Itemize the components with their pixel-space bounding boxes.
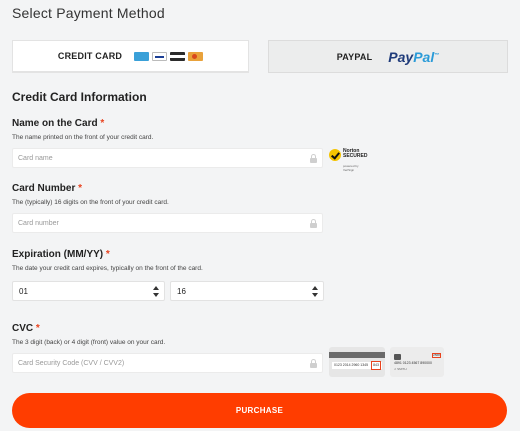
section-title: Credit Card Information [12,90,147,104]
required-mark: * [100,118,105,129]
visa-card-icon [152,51,168,61]
tab-credit-card-label: CREDIT CARD [57,51,123,61]
required-mark: * [78,183,83,194]
tab-paypal[interactable]: PAYPAL PayPal™ [268,40,508,73]
name-help: The name printed on the front of your cr… [12,134,154,141]
amex-card-icon [170,51,186,61]
paypal-logo: PayPal™ [388,48,440,65]
name-label: Name on the Card * [12,118,105,129]
expiration-year-value: 16 [177,286,186,296]
page-title: Select Payment Method [12,5,165,21]
card-front-number: 4891 0123 4567 890000 [394,361,432,365]
cvc-input[interactable]: Card Security Code (CVV / CVV2) [12,353,323,373]
required-mark: * [35,323,40,334]
cvc-placeholder: Card Security Code (CVV / CVV2) [18,359,125,367]
tab-paypal-label: PAYPAL [336,51,373,62]
norton-check-icon [329,149,341,161]
lock-icon [310,219,317,228]
number-help: The (typically) 16 digits on the front o… [12,199,169,206]
expiration-year-select[interactable]: 16 [170,281,324,301]
lock-icon [310,359,317,368]
required-mark: * [105,249,110,260]
norton-secured-badge: Norton SECURED powered by VeriSign [329,147,368,172]
mastercard-icon [188,51,204,61]
purchase-button[interactable]: PURCHASE [12,393,507,428]
cvc-label: CVC * [12,323,40,334]
norton-powered: powered by VeriSign [343,164,359,172]
cvc-card-front-illustration: 2568 4891 0123 4567 890000 J. SMITH [390,347,444,377]
card-name-input[interactable]: Card name [12,148,323,168]
card-number-input[interactable]: Card number [12,213,323,233]
card-front-name: J. SMITH [394,367,407,371]
maestro-card-icon [134,51,150,61]
card-back-code: 843 [371,361,381,370]
tab-credit-card[interactable]: CREDIT CARD [12,40,249,73]
cvc-help: The 3 digit (back) or 4 digit (front) va… [12,339,166,346]
card-brand-icons [134,51,204,61]
expiration-label: Expiration (MM/YY) * [12,249,110,260]
card-name-placeholder: Card name [18,154,53,162]
norton-title: Norton SECURED [343,148,368,159]
lock-icon [310,154,317,163]
magnetic-stripe [329,352,385,358]
expiration-month-value: 01 [19,286,28,296]
expiration-month-select[interactable]: 01 [12,281,165,301]
number-label: Card Number * [12,183,83,194]
card-front-code: 2568 [432,353,441,358]
card-number-placeholder: Card number [18,219,59,227]
expiration-help: The date your credit card expires, typic… [12,265,203,272]
select-arrows-icon [153,286,159,297]
cvc-card-back-illustration: 0123 2014 2960 1345 843 [329,347,385,377]
select-arrows-icon [312,286,318,297]
card-chip-icon [394,354,401,360]
